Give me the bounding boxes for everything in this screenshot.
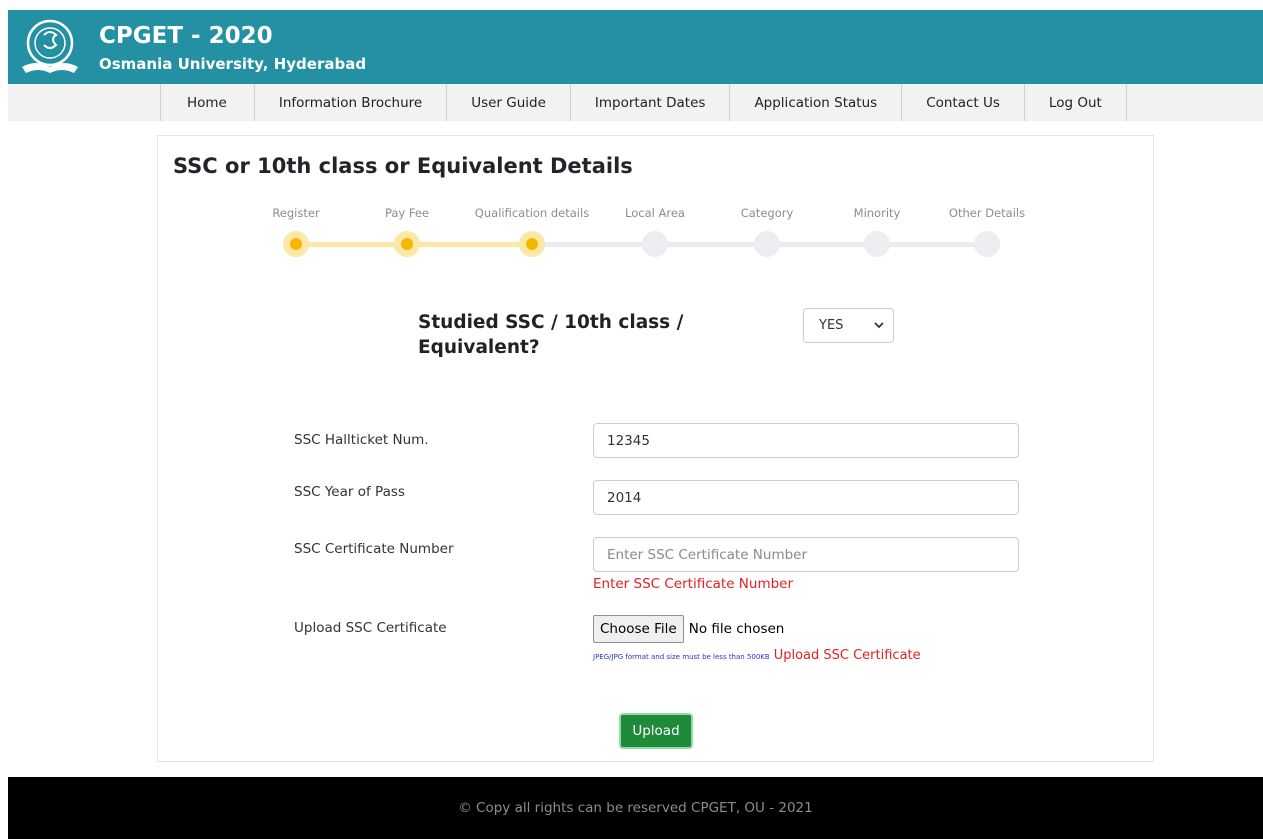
step-dot-other-details <box>974 231 1000 257</box>
choose-file-button[interactable]: Choose File <box>593 615 684 643</box>
upload-hint-row: JPEG/JPG format and size must be less th… <box>593 648 921 663</box>
certificate-number-input[interactable]: Enter SSC Certificate Number <box>593 537 1019 572</box>
step-label-qualification-details: Qualification details <box>474 206 590 220</box>
step-label-register: Register <box>272 206 320 220</box>
upload-button[interactable]: Upload <box>619 713 693 749</box>
studied-ssc-select[interactable]: YES <box>803 308 894 343</box>
nav-item-user-guide[interactable]: User Guide <box>447 84 571 121</box>
progress-stepper: Register Pay Fee Qualification details L… <box>158 206 1155 266</box>
nav-item-home[interactable]: Home <box>161 84 255 121</box>
nav-item-information-brochure[interactable]: Information Brochure <box>255 84 448 121</box>
footer-copyright: © Copy all rights can be reserved CPGET,… <box>458 800 813 816</box>
hallticket-label: SSC Hallticket Num. <box>294 432 429 448</box>
step-dot-qualification-details <box>519 231 545 257</box>
certificate-number-error: Enter SSC Certificate Number <box>593 576 794 592</box>
step-connector <box>407 242 532 247</box>
nav-item-log-out[interactable]: Log Out <box>1025 84 1127 121</box>
site-subtitle: Osmania University, Hyderabad <box>99 55 367 73</box>
nav-item-application-status[interactable]: Application Status <box>730 84 903 121</box>
step-label-category: Category <box>740 206 794 220</box>
nav-menu: Home Information Brochure User Guide Imp… <box>160 84 1127 121</box>
site-title: CPGET - 2020 <box>99 23 273 49</box>
step-dot-register <box>283 231 309 257</box>
upload-format-hint: JPEG/JPG format and size must be less th… <box>593 653 770 661</box>
studied-ssc-selected-value: YES <box>819 318 844 333</box>
step-label-other-details: Other Details <box>948 206 1026 220</box>
studied-ssc-question: Studied SSC / 10th class / Equivalent? <box>418 312 684 358</box>
nav-bar: Home Information Brochure User Guide Imp… <box>8 84 1263 121</box>
step-dot-category <box>754 231 780 257</box>
footer: © Copy all rights can be reserved CPGET,… <box>8 777 1263 839</box>
step-connector <box>296 242 407 247</box>
header-bar: CPGET - 2020 Osmania University, Hyderab… <box>8 10 1263 84</box>
file-input: Choose File No file chosen <box>593 615 784 643</box>
step-label-minority: Minority <box>853 206 901 220</box>
file-status: No file chosen <box>688 621 785 637</box>
upload-certificate-error: Upload SSC Certificate <box>773 648 921 663</box>
nav-item-contact-us[interactable]: Contact Us <box>902 84 1025 121</box>
chevron-down-icon <box>874 322 884 329</box>
step-dot-pay-fee <box>394 231 420 257</box>
year-of-pass-label: SSC Year of Pass <box>294 484 405 500</box>
page-title: SSC or 10th class or Equivalent Details <box>173 154 633 178</box>
step-dot-minority <box>864 231 890 257</box>
upload-certificate-label: Upload SSC Certificate <box>294 620 447 636</box>
step-dot-local-area <box>642 231 668 257</box>
certificate-number-label: SSC Certificate Number <box>294 541 454 557</box>
hallticket-input[interactable]: 12345 <box>593 423 1019 458</box>
university-seal-icon <box>22 19 78 73</box>
step-label-local-area: Local Area <box>625 206 685 220</box>
page: CPGET - 2020 Osmania University, Hyderab… <box>0 0 1263 839</box>
nav-item-important-dates[interactable]: Important Dates <box>571 84 731 121</box>
form-card: SSC or 10th class or Equivalent Details … <box>157 135 1154 762</box>
year-of-pass-input[interactable]: 2014 <box>593 480 1019 515</box>
step-label-pay-fee: Pay Fee <box>384 206 430 220</box>
